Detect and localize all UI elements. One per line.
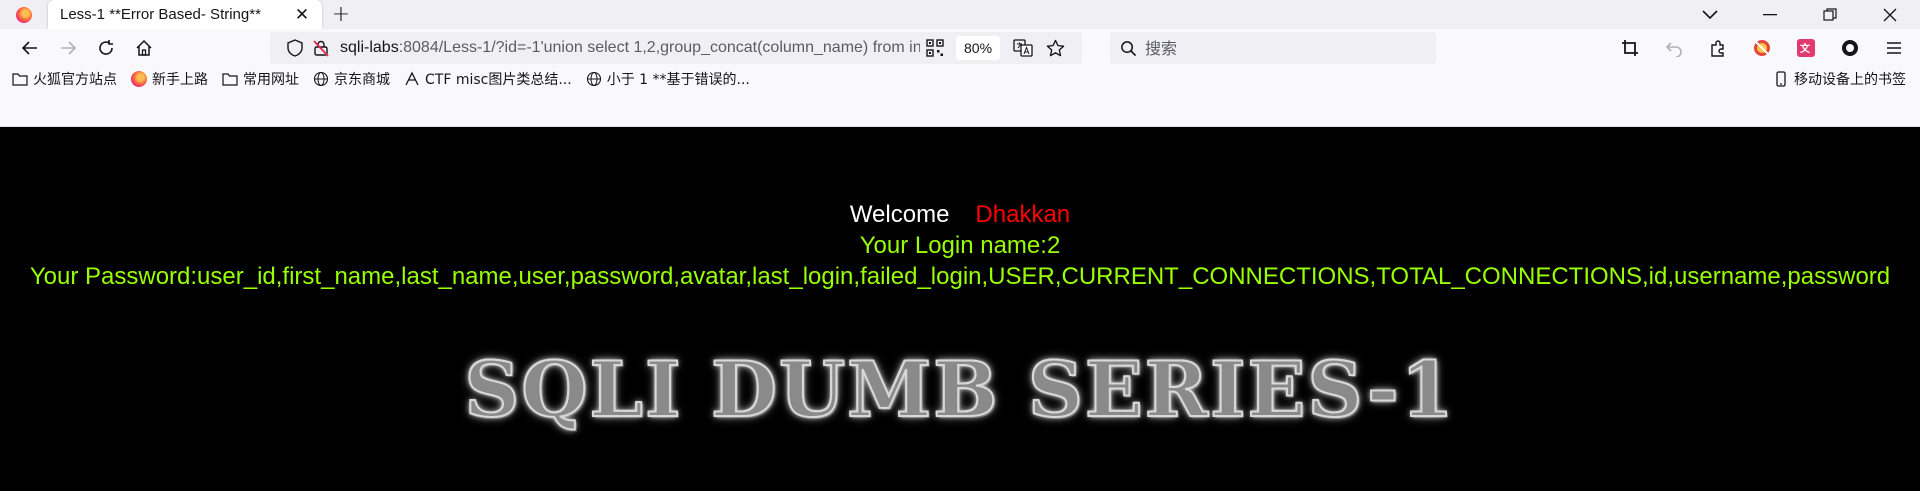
tab-strip: Less-1 **Error Based- String** ✕ + xyxy=(0,0,1920,29)
bookmark-item[interactable]: 常用网址 xyxy=(222,67,299,91)
login-name-line: Your Login name:2 xyxy=(859,232,1061,259)
result-messages: Welcome Dhakkan Your Login name:2 Your Pa… xyxy=(0,199,1920,292)
password-line: Your Password:user_id,first_name,last_na… xyxy=(29,263,1891,290)
list-all-tabs-button[interactable] xyxy=(1680,0,1740,29)
welcome-line: Welcome Dhakkan xyxy=(0,199,1920,230)
bookmark-label: 火狐官方站点 xyxy=(33,72,117,88)
mobile-bookmarks[interactable]: 移动设备上的书签 xyxy=(1773,67,1906,91)
tab-title: Less-1 **Error Based- String** xyxy=(60,6,261,23)
welcome-text: Welcome xyxy=(849,201,950,228)
bookmark-label: 京东商城 xyxy=(334,72,390,88)
tab-close-icon[interactable]: ✕ xyxy=(292,5,312,25)
welcome-name: Dhakkan xyxy=(975,201,1071,228)
close-window-button[interactable] xyxy=(1860,0,1920,29)
bookmark-item[interactable]: 火狐官方站点 xyxy=(12,67,117,91)
globe-icon xyxy=(586,71,602,87)
ctf-icon xyxy=(404,71,420,87)
mobile-bookmarks-label: 移动设备上的书签 xyxy=(1794,72,1906,88)
folder-icon xyxy=(222,71,238,87)
page-content: Welcome Dhakkan Your Login name:2 Your Pa… xyxy=(0,127,1920,491)
firefox-icon xyxy=(131,71,147,87)
mobile-device-icon xyxy=(1773,71,1789,87)
folder-icon xyxy=(12,71,28,87)
bookmark-list: 火狐官方站点 新手上路 常用网址 京东商城 CTF misc图片类总结... 小… xyxy=(12,67,764,91)
bookmark-item[interactable]: CTF misc图片类总结... xyxy=(404,67,572,91)
globe-icon xyxy=(313,71,329,87)
firefox-menu-icon[interactable] xyxy=(0,0,48,29)
bookmark-label: 新手上路 xyxy=(152,72,208,88)
new-tab-button[interactable]: + xyxy=(322,0,360,29)
bookmark-label: 小于 1 **基于错误的... xyxy=(606,72,750,88)
bookmark-item[interactable]: 京东商城 xyxy=(313,67,390,91)
bookmark-item[interactable]: 小于 1 **基于错误的... xyxy=(586,67,750,91)
tab-active[interactable]: Less-1 **Error Based- String** ✕ xyxy=(48,0,322,29)
restore-button[interactable] xyxy=(1800,0,1860,29)
bookmark-label: 常用网址 xyxy=(243,72,299,88)
bookmark-label: CTF misc图片类总结... xyxy=(425,72,572,88)
sqli-dumb-series-banner: SQLI DUMB SERIES-1 xyxy=(463,344,1456,435)
bookmark-item[interactable]: 新手上路 xyxy=(131,67,208,91)
bookmarks-toolbar: 火狐官方站点 新手上路 常用网址 京东商城 CTF misc图片类总结... 小… xyxy=(0,67,1920,127)
minimize-button[interactable] xyxy=(1740,0,1800,29)
